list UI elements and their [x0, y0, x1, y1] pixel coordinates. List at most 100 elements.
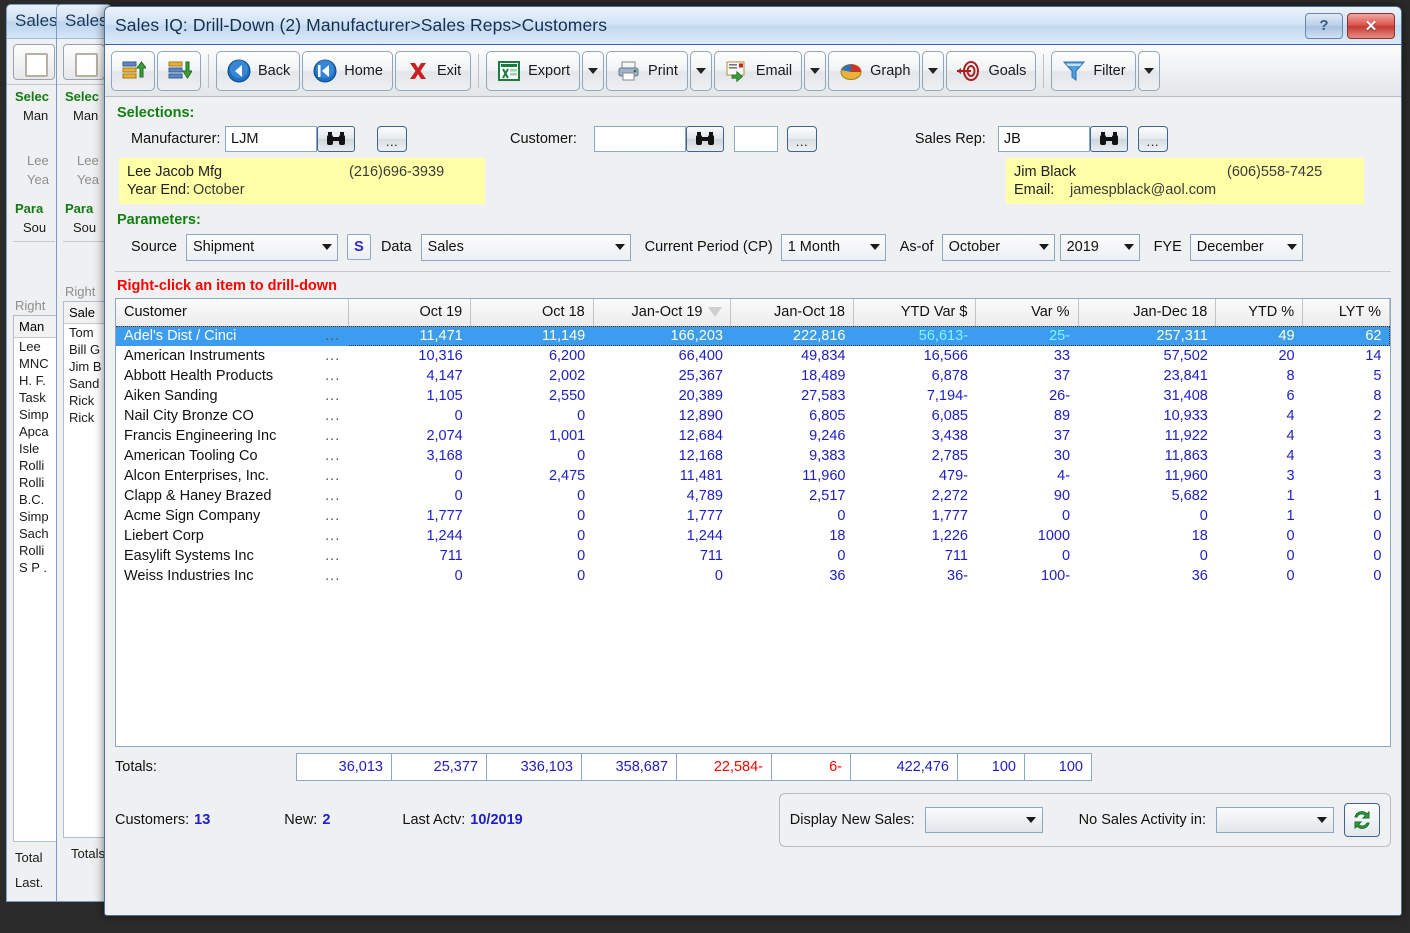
list-item[interactable]: Simp [14, 508, 56, 525]
bg2-list-items[interactable]: Tom Bill G Jim B Sand Rick Rick [64, 324, 106, 426]
list-item[interactable]: Tom [64, 324, 106, 341]
manufacturer-lookup-button[interactable] [317, 126, 355, 152]
table-body[interactable]: Adel's Dist / Cinci... 11,471 11,149 166,20… [116, 326, 1390, 586]
list-item[interactable]: Rick [64, 392, 106, 409]
email-icon [724, 59, 750, 83]
asof-year-select[interactable]: 2019 [1059, 233, 1140, 261]
table-row[interactable]: Nail City Bronze CO... 0 0 12,890 6,805 6,085… [116, 406, 1390, 426]
customer-secondary-input[interactable] [733, 126, 778, 152]
table-row[interactable]: Aiken Sanding... 1,105 2,550 20,389 27,583 7,… [116, 386, 1390, 406]
list-item[interactable]: Simp [14, 406, 56, 423]
column-header[interactable]: Oct 18 [470, 299, 594, 327]
list-item[interactable]: Rolli [14, 542, 56, 559]
graph-button[interactable]: Graph [828, 50, 921, 91]
display-new-sales-select[interactable] [924, 807, 1043, 833]
data-select[interactable]: Sales [420, 233, 631, 261]
rows-up-icon[interactable] [13, 44, 55, 80]
list-item[interactable]: Rolli [14, 474, 56, 491]
table-row[interactable]: American Tooling Co... 3,168 0 12,168 9,383 2… [116, 446, 1390, 466]
table-row[interactable]: Alcon Enterprises, Inc.... 0 2,475 11,481 11… [116, 466, 1390, 486]
list-item[interactable]: Jim B [64, 358, 106, 375]
close-button[interactable]: ✕ [1347, 12, 1395, 39]
export-button[interactable]: Export [486, 50, 581, 91]
table-row[interactable]: Clapp & Haney Brazed... 0 0 4,789 2,517 2,272… [116, 486, 1390, 506]
graph-dropdown-button[interactable] [922, 50, 945, 91]
no-sales-activity-select[interactable] [1216, 807, 1334, 833]
manufacturer-info-name: Lee Jacob Mfg [127, 164, 223, 180]
list-item[interactable]: Task [14, 389, 56, 406]
print-button[interactable]: Print [606, 50, 688, 91]
column-header[interactable]: YTD % [1215, 299, 1304, 327]
table-row[interactable]: Easylift Systems Inc... 711 0 711 0 711 0 0 0 0 [116, 546, 1390, 566]
refresh-button[interactable] [1344, 803, 1380, 837]
customer-input[interactable] [593, 126, 686, 152]
table-row[interactable]: Francis Engineering Inc... 2,074 1,001 12,6… [116, 426, 1390, 446]
current-period-select[interactable]: 1 Month [780, 233, 886, 261]
exit-button[interactable]: Exit [394, 50, 472, 91]
bg1-list[interactable]: Man Lee MNC H. F. Task Simp Apca Isle Ro… [13, 315, 57, 842]
goals-button[interactable]: Goals [946, 50, 1037, 91]
chevron-down-icon [810, 67, 821, 74]
bg1-list-items[interactable]: Lee MNC H. F. Task Simp Apca Isle Rolli … [14, 338, 56, 576]
data-cell: 4- [1057, 468, 1071, 484]
list-item[interactable]: H. F. [14, 372, 56, 389]
list-item[interactable]: Isle [14, 440, 56, 457]
rows-up-icon[interactable] [63, 44, 105, 80]
bg2-source-label: Sou [73, 220, 97, 235]
customers-value: 13 [194, 812, 211, 828]
column-header[interactable]: YTD Var $ [853, 299, 977, 327]
column-header[interactable]: Var % [975, 299, 1079, 327]
list-item[interactable]: B.C. [14, 491, 56, 508]
source-s-button[interactable]: S [346, 234, 371, 260]
email-dropdown-button[interactable] [804, 50, 827, 91]
customer-lookup-button[interactable] [685, 126, 724, 152]
bg2-list[interactable]: Sale Tom Bill G Jim B Sand Rick Rick [63, 301, 107, 838]
manufacturer-input[interactable] [225, 126, 317, 152]
column-header[interactable]: Customer [116, 299, 349, 327]
data-grid[interactable]: Customer Oct 19 Oct 18 Jan-Oct 19 Jan-Oct 18… [115, 298, 1391, 747]
column-header[interactable]: LYT % [1302, 299, 1390, 327]
list-item[interactable]: Apca [14, 423, 56, 440]
sales-rep-lookup-button[interactable] [1089, 126, 1128, 152]
export-dropdown-button[interactable] [582, 50, 605, 91]
filter-dropdown-button[interactable] [1137, 50, 1160, 91]
email-button[interactable]: Email [713, 50, 803, 91]
filter-button[interactable]: Filter [1051, 50, 1136, 91]
list-item[interactable]: MNC [14, 355, 56, 372]
table-row[interactable]: Acme Sign Company... 1,777 0 1,777 0 1,777 0 0 1… [116, 506, 1390, 526]
column-header[interactable]: Jan-Dec 18 [1078, 299, 1217, 327]
source-select[interactable]: Shipment [185, 233, 338, 261]
print-dropdown-button[interactable] [689, 50, 712, 91]
sales-rep-browse-button[interactable]: ... [1137, 126, 1168, 152]
background-window-1[interactable]: Sales Selec Man Lee Yea Para Sou Right M… [6, 4, 62, 902]
home-button[interactable]: Home [302, 50, 393, 91]
list-item[interactable]: Lee [14, 338, 56, 355]
customer-browse-button[interactable]: ... [786, 126, 817, 152]
table-row[interactable]: American Instruments... 10,316 6,200 66,400… [116, 346, 1390, 366]
column-header[interactable]: Oct 19 [348, 299, 472, 327]
help-button[interactable]: ? [1305, 12, 1343, 39]
list-item[interactable]: Rolli [14, 457, 56, 474]
collapse-down-button[interactable] [157, 50, 201, 91]
table-row[interactable]: Weiss Industries Inc... 0 0 0 36 36- 100- 36 0 0 [116, 566, 1390, 586]
list-item[interactable]: Bill G [64, 341, 106, 358]
fye-select[interactable]: December [1189, 233, 1303, 261]
asof-month-select[interactable]: October [941, 233, 1055, 261]
column-header[interactable]: Jan-Oct 19 [593, 299, 732, 327]
list-item[interactable]: Sach [14, 525, 56, 542]
list-item[interactable]: Sand [64, 375, 106, 392]
column-header[interactable]: Jan-Oct 18 [730, 299, 854, 327]
table-row[interactable]: Liebert Corp... 1,244 0 1,244 18 1,226 1000 18 0… [116, 526, 1390, 546]
row-ellipsis: ... [325, 548, 341, 564]
expand-up-button[interactable] [111, 50, 155, 91]
table-row[interactable]: Abbott Health Products... 4,147 2,002 25,36… [116, 366, 1390, 386]
data-cell: 12,890 [678, 408, 723, 424]
back-button[interactable]: Back [216, 50, 301, 91]
table-row[interactable]: Adel's Dist / Cinci... 11,471 11,149 166,20… [116, 326, 1390, 346]
data-cell: 2,272 [931, 488, 968, 504]
title-bar[interactable]: Sales IQ: Drill-Down (2) Manufacturer>Sa… [105, 7, 1401, 45]
list-item[interactable]: Rick [64, 409, 106, 426]
manufacturer-browse-button[interactable]: ... [377, 126, 407, 152]
sales-rep-input[interactable] [997, 126, 1090, 152]
list-item[interactable]: S P . [14, 559, 56, 576]
